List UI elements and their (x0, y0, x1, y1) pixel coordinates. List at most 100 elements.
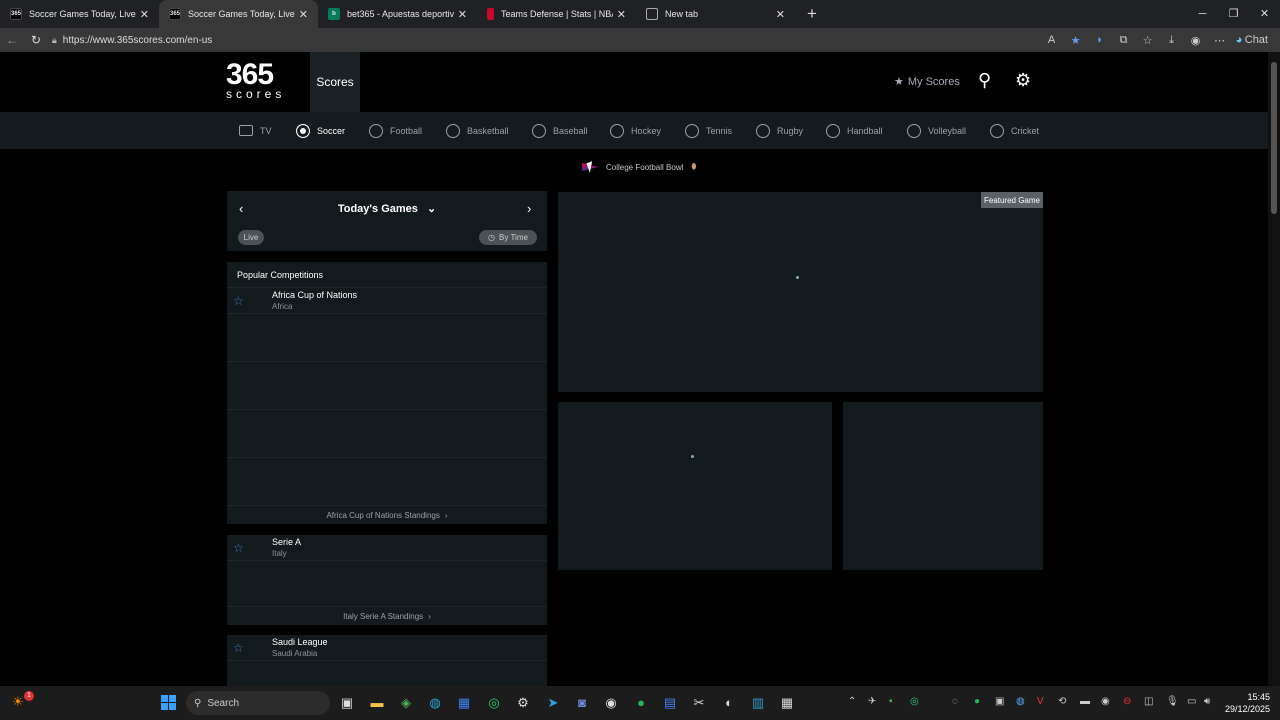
favorite-star-icon[interactable]: ★ (1064, 34, 1088, 47)
sport-cricket[interactable]: Cricket (990, 112, 1039, 149)
365scores-logo[interactable]: 365 scores (226, 60, 300, 102)
content-panel[interactable] (558, 402, 832, 570)
serie-a-standings-link[interactable]: Italy Serie A Standings › (227, 607, 547, 625)
tray-app-icon[interactable]: ▣ (995, 696, 1004, 707)
sport-baseball[interactable]: Baseball (532, 112, 588, 149)
live-filter-button[interactable]: Live (238, 230, 264, 245)
taskbar-search[interactable]: ⚲ Search (186, 691, 330, 715)
weather-widget-icon[interactable]: ☀ 1 (12, 691, 34, 712)
extensions-puzzle-icon[interactable]: ⧉ (1112, 34, 1136, 47)
volume-icon[interactable]: 🔊︎ (1204, 696, 1210, 707)
start-menu-icon[interactable] (161, 695, 176, 710)
refresh-icon[interactable]: ↻ (24, 33, 48, 47)
sport-volleyball[interactable]: Volleyball (907, 112, 966, 149)
task-view-icon[interactable]: ▣ (338, 694, 356, 712)
game-row[interactable] (227, 314, 547, 362)
notepad-icon[interactable]: ▥ (749, 694, 767, 712)
tray-steam-icon[interactable]: ◉ (1101, 696, 1110, 707)
snipping-tool-icon[interactable]: ✂ (690, 694, 708, 712)
scrollbar-thumb[interactable] (1271, 62, 1277, 214)
ad-panel[interactable] (843, 402, 1043, 570)
url-field[interactable]: 🔒︎ https://www.365scores.com/en-us (52, 30, 1087, 50)
sport-soccer[interactable]: Soccer (296, 112, 345, 149)
extension-icon[interactable]: ◗ (1088, 34, 1112, 46)
browser-tab-3[interactable]: b bet365 - Apuestas deportivas en lí ✕ (318, 0, 477, 28)
profile-avatar-icon[interactable]: ◉ (1184, 34, 1208, 47)
discord-icon[interactable]: ◙ (573, 694, 591, 712)
competition-row[interactable]: ☆ Africa Cup of Nations Africa (227, 288, 547, 314)
close-icon[interactable]: ✕ (458, 8, 467, 21)
read-aloud-icon[interactable]: A (1040, 34, 1064, 46)
next-day-icon[interactable]: › (527, 201, 531, 216)
my-scores-link[interactable]: ★ My Scores (894, 75, 960, 89)
spotify-icon[interactable]: ● (632, 694, 650, 712)
favorite-star-icon[interactable]: ☆ (233, 541, 244, 555)
browser-tab-2[interactable]: 365 Soccer Games Today, Livescore and ✕ (159, 0, 318, 28)
game-row[interactable] (227, 362, 547, 410)
sport-handball[interactable]: Handball (826, 112, 883, 149)
close-icon[interactable]: ✕ (617, 8, 626, 21)
by-time-button[interactable]: ◷ By Time (479, 230, 537, 245)
app-icon[interactable]: ◐ (720, 694, 738, 712)
sport-football[interactable]: Football (369, 112, 422, 149)
tray-app-icon[interactable]: ◌ (952, 696, 958, 707)
minimize-icon[interactable]: ─ (1187, 0, 1218, 28)
microphone-icon[interactable]: 🎙︎ (1166, 696, 1179, 707)
games-title-dropdown[interactable]: Today's Games ⌄ (227, 202, 547, 215)
browser-tab-1[interactable]: 365 Soccer Games Today, Livescore and ✕ (0, 0, 159, 28)
ms-store-icon[interactable]: ▦ (455, 694, 473, 712)
edge-browser-icon[interactable]: ◍ (426, 694, 444, 712)
close-icon[interactable]: ✕ (299, 8, 308, 21)
whatsapp-icon[interactable]: ◎ (485, 694, 503, 712)
tray-app-icon[interactable]: ▬ (1080, 696, 1090, 707)
favorites-icon[interactable]: ☆ (1136, 34, 1160, 47)
file-explorer-icon[interactable]: ▬ (368, 694, 386, 712)
tray-spotify-icon[interactable]: ● (974, 696, 980, 707)
new-tab-button[interactable]: + (807, 4, 817, 24)
gear-icon[interactable]: ⚙ (1015, 70, 1031, 91)
app-icon[interactable]: ▤ (661, 694, 679, 712)
tray-nvidia-icon[interactable]: ▪ (889, 696, 893, 707)
competition-row[interactable]: ☆ Saudi League Saudi Arabia (227, 635, 547, 661)
tray-app-icon[interactable]: ◫ (1144, 696, 1153, 707)
afcon-standings-link[interactable]: Africa Cup of Nations Standings › (227, 506, 547, 524)
copilot-chat-button[interactable]: ◕ Chat (1232, 34, 1272, 46)
tray-app-icon[interactable]: ✈ (868, 696, 876, 707)
store-app-icon[interactable]: ◈ (397, 694, 415, 712)
close-icon[interactable]: ✕ (776, 8, 785, 21)
competition-row[interactable]: ☆ Serie A Italy (227, 535, 547, 561)
calculator-icon[interactable]: ▦ (778, 694, 796, 712)
favorite-star-icon[interactable]: ☆ (233, 641, 244, 655)
scores-tab[interactable]: Scores (310, 52, 360, 112)
game-row[interactable] (227, 561, 547, 607)
settings-app-icon[interactable]: ⚙ (514, 694, 532, 712)
taskbar-clock[interactable]: 15:45 29/12/2025 (1225, 691, 1270, 715)
steam-icon[interactable]: ◉ (602, 694, 620, 712)
telegram-icon[interactable]: ➤ (544, 694, 562, 712)
favorite-star-icon[interactable]: ☆ (233, 294, 244, 308)
promo-banner[interactable]: College Football Bowl ⬮ (582, 162, 696, 172)
game-row[interactable] (227, 410, 547, 458)
restore-icon[interactable]: ❐ (1218, 0, 1249, 28)
close-window-icon[interactable]: ✕ (1249, 0, 1280, 28)
sport-tennis[interactable]: Tennis (685, 112, 732, 149)
sport-tv[interactable]: TV (239, 112, 272, 149)
browser-tab-5[interactable]: New tab ✕ (636, 0, 795, 28)
sport-basketball[interactable]: Basketball (446, 112, 509, 149)
tray-app-icon[interactable]: V (1037, 696, 1044, 707)
more-menu-icon[interactable]: ⋯ (1208, 34, 1232, 47)
tray-app-icon[interactable]: ⊖ (1123, 696, 1131, 707)
featured-game-panel[interactable]: Featured Game (558, 192, 1043, 392)
search-icon[interactable]: ⚲ (978, 70, 991, 91)
network-icon[interactable]: ▭ (1187, 696, 1196, 707)
game-row[interactable] (227, 458, 547, 506)
downloads-icon[interactable]: ⤓ (1160, 34, 1184, 47)
page-scrollbar[interactable] (1268, 52, 1280, 686)
tray-whatsapp-icon[interactable]: ◎ (910, 696, 919, 707)
browser-tab-4[interactable]: Teams Defense | Stats | NBA.com ✕ (477, 0, 636, 28)
sport-hockey[interactable]: Hockey (610, 112, 661, 149)
back-icon[interactable]: ← (0, 33, 24, 47)
tray-edge-icon[interactable]: ◍ (1016, 696, 1025, 707)
tray-app-icon[interactable]: ⟲ (1058, 696, 1066, 707)
close-icon[interactable]: ✕ (140, 8, 149, 21)
